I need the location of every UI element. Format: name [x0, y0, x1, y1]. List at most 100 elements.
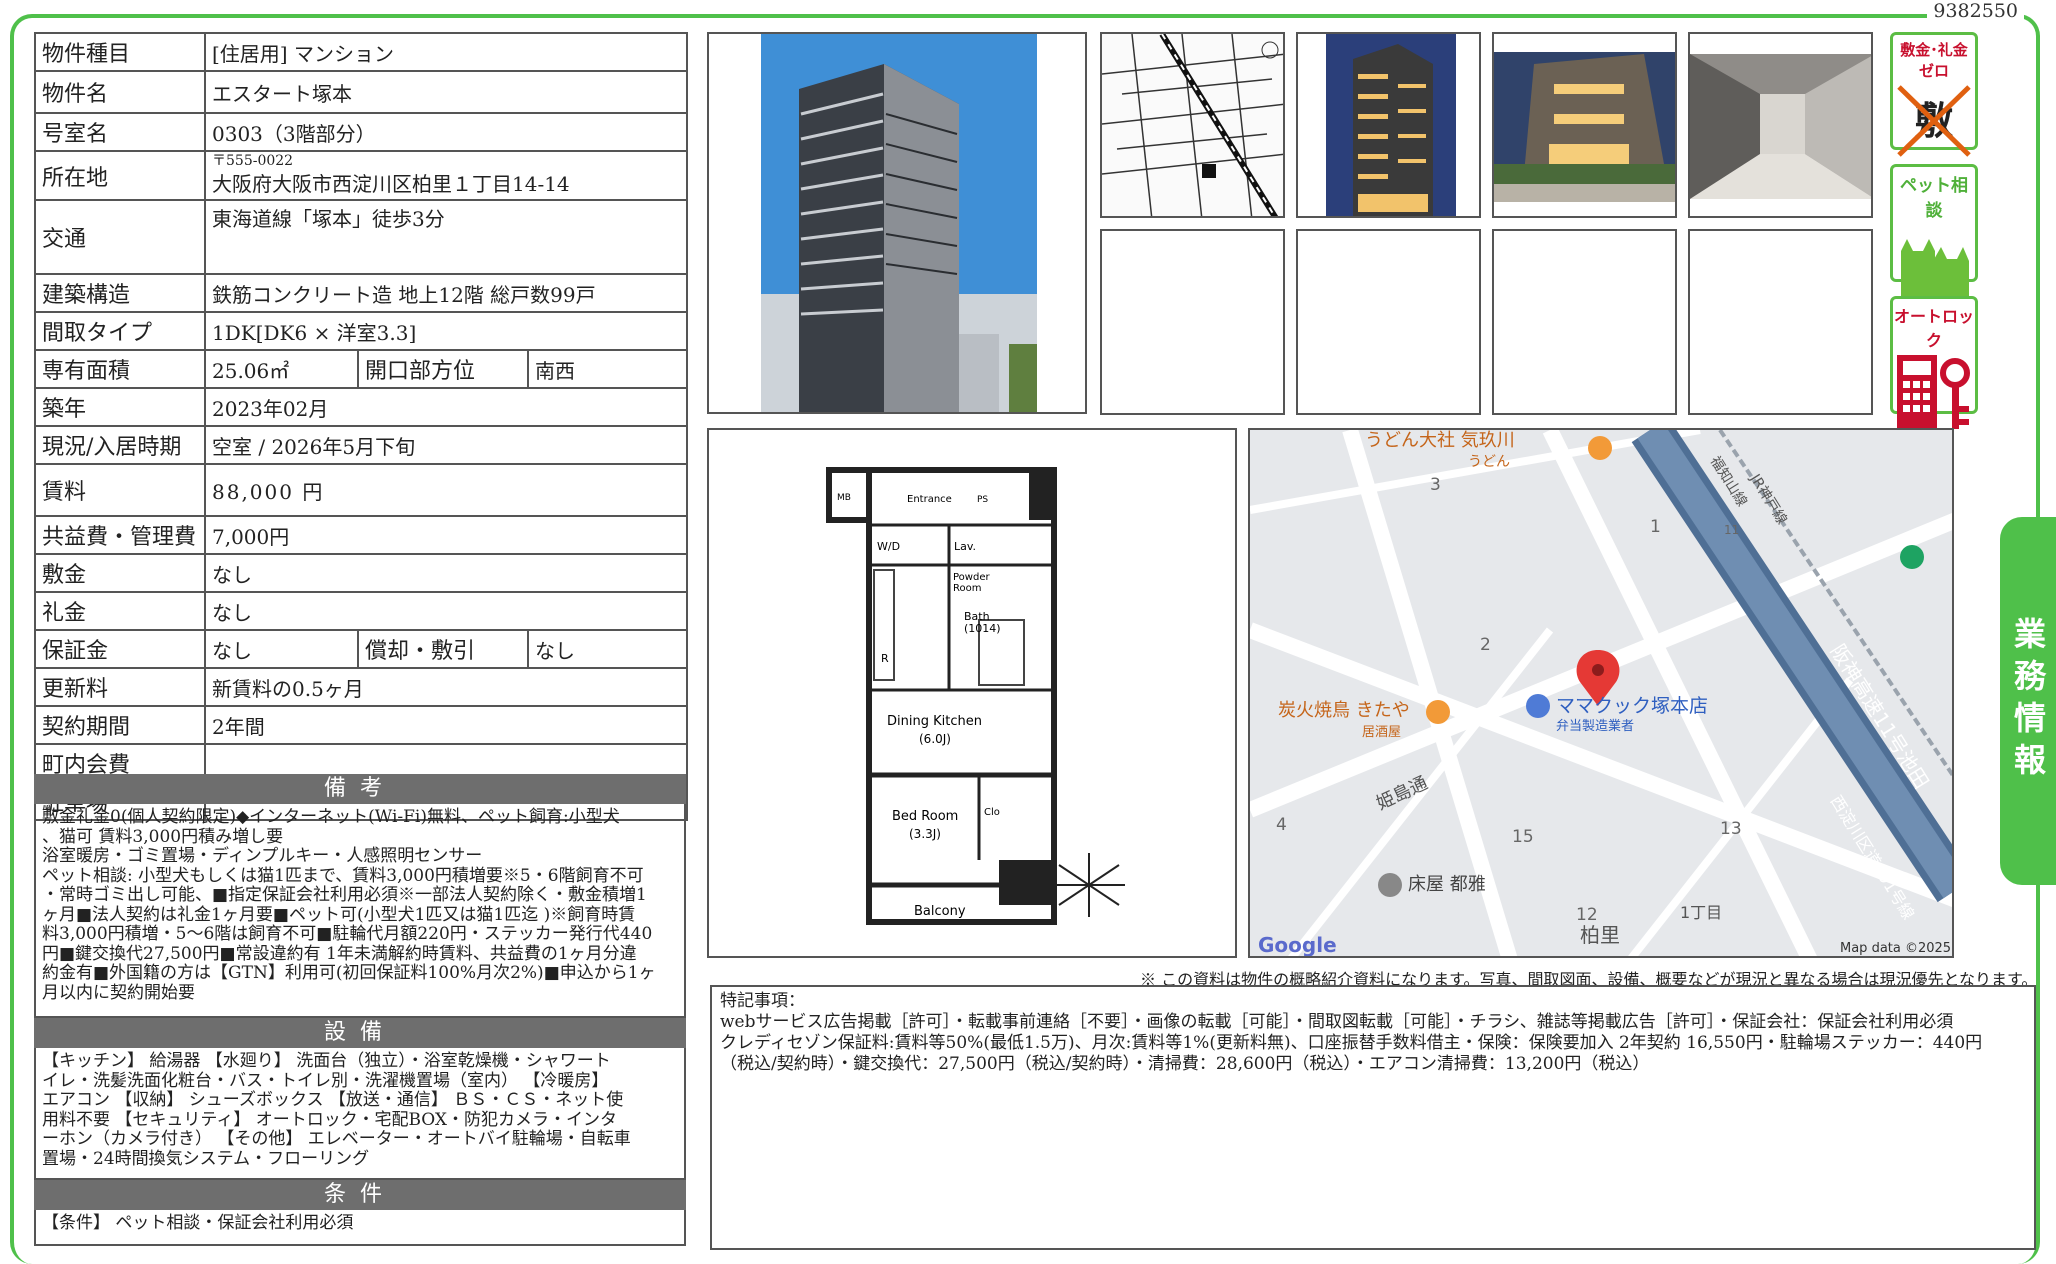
map-barber: 床屋 都雅 [1408, 874, 1486, 895]
building-photo [707, 32, 1087, 414]
map-n7: 12 [1576, 905, 1598, 925]
structure-value: 鉄筋コンクリート造 地上12階 総戸数99戸 [203, 273, 689, 313]
fp-clo: Clo [984, 807, 1000, 818]
fp-balcony: Balcony [914, 904, 966, 919]
special-notes: 特記事項： webサービス広告掲載［許可］・転載事前連絡［不要］・画像の転載［可… [710, 985, 2036, 1250]
area-map-thumbnail [1100, 32, 1285, 218]
photo-slot [1492, 229, 1677, 415]
guarantee-label: 保証金 [34, 629, 206, 669]
fp-bed-size: (3.3J) [909, 827, 941, 841]
map-n4: 4 [1276, 815, 1287, 835]
autolock-badge: オートロック [1890, 296, 1978, 433]
guarantee-value: なし [204, 629, 359, 669]
location-map: うどん大社 気玖川 うどん 炭火焼鳥 きたや 居酒屋 ママクック塚本店 弁当製造… [1248, 428, 1954, 958]
keymoney-label: 礼金 [34, 591, 206, 631]
built-value: 2023年02月 [203, 387, 689, 427]
fp-lav: Lav. [954, 540, 976, 553]
renewal-value: 新賃料の0.5ヶ月 [203, 667, 689, 707]
renewal-label: 更新料 [34, 667, 206, 707]
status-label: 現況/入居時期 [34, 425, 206, 465]
map-n1: 3 [1430, 475, 1441, 495]
map-store-sub: 弁当製造業者 [1556, 718, 1634, 734]
keypad-lock-icon [1897, 355, 1970, 433]
layout-label: 間取タイプ [34, 311, 206, 351]
photo-slot [1688, 229, 1873, 415]
type-value: [住居用] マンション [203, 32, 689, 72]
night-exterior-photo [1296, 32, 1481, 218]
lobby-photo [1688, 32, 1873, 218]
layout-value: 1DK[DK6 × 洋室3.3] [203, 311, 689, 351]
property-spec-table: 物件種目 [住居用] マンション 物件名 エスタート塚本 号室名 0303（3階部分）… [34, 32, 689, 821]
amort-value: なし [526, 629, 689, 669]
zero-badge-label: 敷金･礼金ゼロ [1900, 41, 1968, 80]
room-value: 0303（3階部分） [203, 112, 689, 152]
amort-label: 償却・敷引 [357, 629, 529, 669]
map-yakitori: 炭火焼鳥 きたや [1278, 700, 1410, 721]
fee-value: 7,000円 [203, 515, 689, 555]
fp-powder: Powder Room [953, 572, 990, 594]
fp-r: R [881, 652, 889, 665]
map-store: ママクック塚本店 [1556, 695, 1708, 717]
document-number: 9382550 [1927, 0, 2024, 22]
transport-label: 交通 [34, 199, 206, 275]
term-value: 2年間 [203, 705, 689, 745]
term-label: 契約期間 [34, 705, 206, 745]
map-udon-sub: うどん [1468, 454, 1510, 470]
rent-value: 88,000 円 [203, 463, 689, 517]
map-n8: 11 [1724, 523, 1739, 537]
autolock-badge-label: オートロック [1893, 307, 1974, 350]
zip-code: 〒555-0022 [212, 153, 294, 169]
area-label: 専有面積 [34, 349, 206, 389]
deposit-label: 敷金 [34, 553, 206, 593]
fp-bath: Bath (1014) [964, 610, 1001, 635]
map-n2: 1 [1650, 517, 1661, 537]
cross-icon [1897, 85, 1971, 157]
side-tab-business-info[interactable]: 業務情報 [2000, 517, 2056, 885]
map-google-logo: Google [1258, 933, 1337, 957]
address-cell: 〒555-0022 大阪府大阪市西淀川区柏里１丁目14-14 [203, 150, 689, 201]
area-value: 25.06㎡ [204, 349, 359, 389]
pet-icon [1901, 239, 1969, 299]
address-value: 大阪府大阪市西淀川区柏里１丁目14-14 [212, 172, 570, 196]
zero-deposit-badge: 敷金･礼金ゼロ 敷 礼 [1890, 32, 1978, 223]
remarks-text: 敷金礼金0(個人契約限定)◆インターネット(Wi-Fi)無料、ペット飼育:小型犬… [34, 804, 686, 1018]
map-area: 柏里 [1580, 923, 1620, 947]
room-label: 号室名 [34, 112, 206, 152]
equipment-text: 【キッチン】 給湯器 【水廻り】 洗面台（独立）・浴室乾燥機・シャワート イレ・… [34, 1048, 686, 1180]
map-copyright: Map data ©2025 [1840, 941, 1951, 956]
type-label: 物件種目 [34, 32, 206, 72]
map-n3: 2 [1480, 635, 1491, 655]
remarks-heading: 備考 [34, 774, 686, 804]
structure-label: 建築構造 [34, 273, 206, 313]
deposit-value: なし [203, 553, 689, 593]
fp-mb: MB [837, 493, 851, 503]
address-label: 所在地 [34, 150, 206, 201]
fee-label: 共益費・管理費 [34, 515, 206, 555]
map-udon: うどん大社 気玖川 [1365, 430, 1515, 451]
fp-ps: PS [977, 495, 988, 505]
map-yakitori-sub: 居酒屋 [1362, 725, 1401, 740]
rent-label: 賃料 [34, 463, 206, 517]
conditions-heading: 条件 [34, 1180, 686, 1210]
fp-dk: Dining Kitchen [887, 714, 982, 729]
built-label: 築年 [34, 387, 206, 427]
map-n6: 13 [1720, 819, 1742, 839]
status-value: 空室 / 2026年5月下旬 [203, 425, 689, 465]
photo-slot [1100, 229, 1285, 415]
keymoney-value: なし [203, 591, 689, 631]
direction-label: 開口部方位 [357, 349, 529, 389]
fp-bed: Bed Room [892, 809, 958, 824]
name-value: エスタート塚本 [203, 70, 689, 114]
zero-badge-mark: 敷 礼 [1893, 81, 1975, 223]
direction-value: 南西 [526, 349, 689, 389]
map-chome: 1丁目 [1680, 903, 1722, 922]
map-n5: 15 [1512, 827, 1534, 847]
entrance-photo [1492, 32, 1677, 218]
name-label: 物件名 [34, 70, 206, 114]
conditions-text: 【条件】 ペット相談・保証会社利用必須 [34, 1210, 686, 1246]
floor-plan: MB Entrance PS W/D Lav. Powder Room Bath(… [707, 428, 1237, 958]
transport-value: 東海道線「塚本」徒歩3分 [203, 199, 689, 275]
pet-badge-label: ペット相談 [1900, 176, 1968, 221]
equipment-heading: 設備 [34, 1018, 686, 1048]
photo-slot [1296, 229, 1481, 415]
